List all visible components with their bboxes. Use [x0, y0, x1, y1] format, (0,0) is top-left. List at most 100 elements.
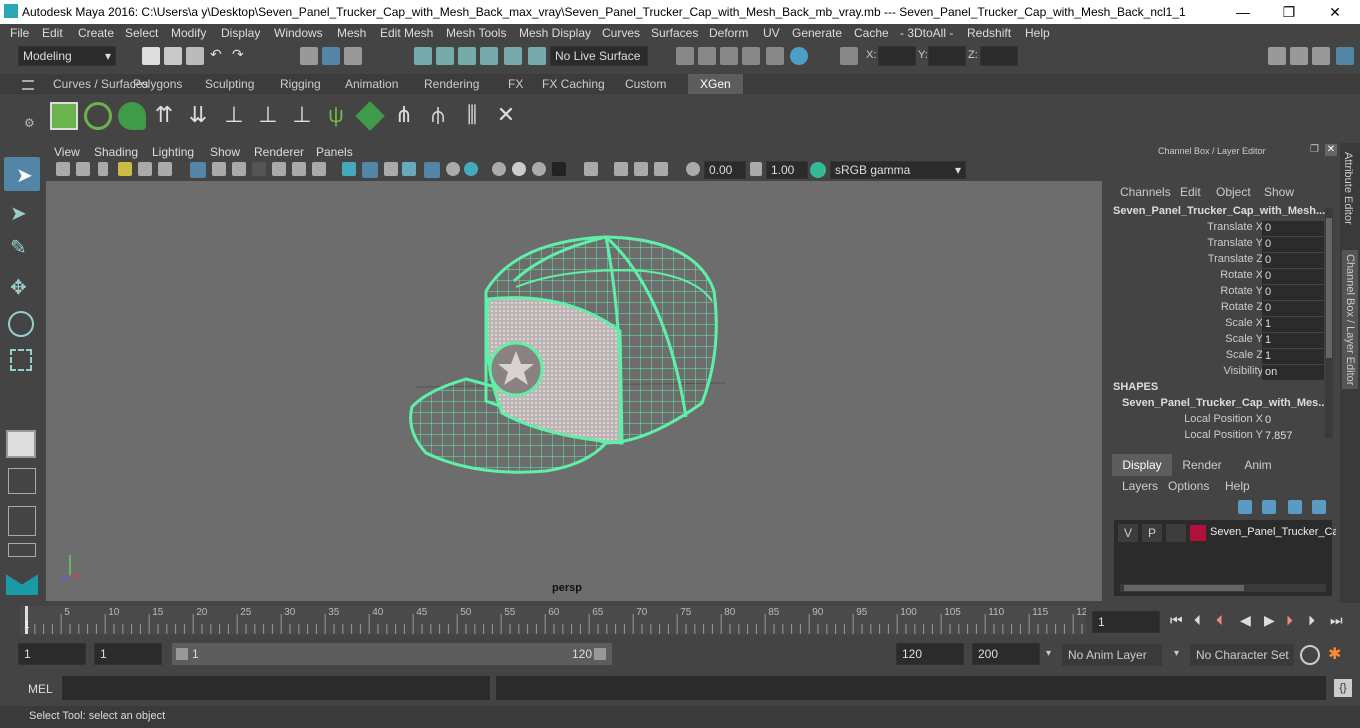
- mel-label[interactable]: MEL: [28, 682, 53, 696]
- range-slider[interactable]: 1 120: [172, 643, 612, 665]
- camera-attr-icon[interactable]: [76, 162, 90, 176]
- xgen-lock-guide-icon[interactable]: ⊥: [288, 102, 316, 130]
- mode-selector[interactable]: Modeling ▾: [18, 46, 116, 66]
- xgen-delete-guide-icon[interactable]: ✕: [492, 102, 520, 130]
- new-layer-icon[interactable]: [1288, 500, 1302, 514]
- snap-point-icon[interactable]: [458, 47, 476, 65]
- menu-curves[interactable]: Curves: [602, 26, 640, 40]
- channel-value[interactable]: 1: [1262, 333, 1324, 348]
- ambient-occlusion-icon[interactable]: [402, 162, 416, 176]
- light-icon[interactable]: [446, 162, 460, 176]
- close-button[interactable]: ✕: [1320, 2, 1350, 22]
- current-frame-input[interactable]: 1: [1092, 611, 1160, 633]
- layout-outliner-icon[interactable]: [8, 543, 36, 557]
- viewport-3d[interactable]: [46, 181, 1102, 601]
- play-forward-icon[interactable]: ▶: [1264, 612, 1275, 629]
- channel-value[interactable]: 7.857: [1262, 429, 1324, 444]
- mel-input[interactable]: [62, 676, 490, 700]
- menu-windows[interactable]: Windows: [274, 26, 323, 40]
- cb-menu-object[interactable]: Object: [1216, 185, 1251, 199]
- isolate-icon[interactable]: [292, 162, 306, 176]
- exposure-input[interactable]: 0.00: [704, 161, 746, 179]
- layout-single-icon[interactable]: [6, 430, 36, 458]
- layer-row[interactable]: V P Seven_Panel_Trucker_Cap: [1118, 524, 1336, 542]
- attribute-editor-toggle-icon[interactable]: [1290, 47, 1308, 65]
- isolate-select-icon[interactable]: [584, 162, 598, 176]
- tab-xgen[interactable]: XGen: [688, 74, 743, 94]
- xgen-create-description-icon[interactable]: [118, 102, 146, 130]
- channel-value[interactable]: 1: [1262, 317, 1324, 332]
- menu-cache[interactable]: Cache: [854, 26, 889, 40]
- channel-value[interactable]: on: [1262, 365, 1324, 380]
- save-scene-icon[interactable]: [186, 47, 204, 65]
- menu-generate[interactable]: Generate: [792, 26, 842, 40]
- antialias-icon[interactable]: [492, 162, 506, 176]
- y-input[interactable]: [928, 46, 966, 66]
- prev-key-icon[interactable]: ⏴: [1216, 612, 1223, 629]
- checker-icon[interactable]: [424, 162, 440, 178]
- channel-value[interactable]: 0: [1262, 221, 1324, 236]
- range-start-handle[interactable]: [176, 648, 188, 660]
- channel-row[interactable]: Rotate X0: [1110, 269, 1325, 285]
- undo-icon[interactable]: ↶: [210, 46, 222, 63]
- shelf-settings-icon[interactable]: ⚙: [24, 116, 35, 130]
- channel-row[interactable]: Local Position X0: [1110, 413, 1325, 429]
- step-back-icon[interactable]: ⏴: [1194, 612, 1201, 629]
- maya-home-icon[interactable]: [6, 574, 38, 595]
- textured-icon[interactable]: [232, 162, 246, 176]
- channel-value[interactable]: 0: [1262, 285, 1324, 300]
- channel-value[interactable]: 0: [1262, 253, 1324, 268]
- menu-mesh[interactable]: Mesh: [337, 26, 366, 40]
- snap-curve-icon[interactable]: [436, 47, 454, 65]
- channel-row[interactable]: Rotate Z0: [1110, 301, 1325, 317]
- resolution-gate-icon[interactable]: [158, 162, 172, 176]
- layer-playback-toggle[interactable]: P: [1142, 524, 1162, 542]
- ipr-render-icon[interactable]: [720, 47, 738, 65]
- move-layer-up-icon[interactable]: [1238, 500, 1252, 514]
- motion-blur-icon[interactable]: [464, 162, 478, 176]
- vp-menu-panels[interactable]: Panels: [316, 145, 353, 159]
- layout-four-icon[interactable]: [8, 468, 36, 494]
- channel-row[interactable]: Scale X1: [1110, 317, 1325, 333]
- vray-icon[interactable]: [790, 47, 808, 65]
- menu-display[interactable]: Display: [221, 26, 260, 40]
- tab-attribute-editor[interactable]: Attribute Editor: [1342, 152, 1354, 225]
- tab-anim[interactable]: Anim: [1232, 454, 1284, 476]
- z-input[interactable]: [980, 46, 1018, 66]
- tab-fx-caching[interactable]: FX Caching: [534, 74, 613, 94]
- color-management-icon[interactable]: [810, 162, 826, 178]
- tab-polygons[interactable]: Polygons: [125, 74, 190, 94]
- tab-custom[interactable]: Custom: [617, 74, 674, 94]
- select-tool-icon[interactable]: ➤: [4, 157, 40, 191]
- xray-icon[interactable]: [312, 162, 326, 176]
- time-ruler[interactable]: 5 10 15 20 25 30 35 40 45 50 55 60 65 70 75 80 85 90 95 100…: [20, 606, 1088, 634]
- menu-help[interactable]: Help: [1025, 26, 1050, 40]
- menu-file[interactable]: File: [10, 26, 29, 40]
- menu-uv[interactable]: UV: [763, 26, 780, 40]
- vp-menu-show[interactable]: Show: [210, 145, 240, 159]
- channel-row[interactable]: Translate Z0: [1110, 253, 1325, 269]
- vp-menu-lighting[interactable]: Lighting: [152, 145, 194, 159]
- layer-menu-options[interactable]: Options: [1168, 479, 1209, 493]
- cb-menu-show[interactable]: Show: [1264, 185, 1294, 199]
- menu-mesh-tools[interactable]: Mesh Tools: [446, 26, 506, 40]
- xgen-bend-guide-icon[interactable]: ⊥: [254, 102, 282, 130]
- xgen-editor-icon[interactable]: [50, 102, 78, 130]
- tab-rendering[interactable]: Rendering: [416, 74, 487, 94]
- tab-fx[interactable]: FX: [500, 74, 531, 94]
- range-end-handle[interactable]: [594, 648, 606, 660]
- select-by-object-icon[interactable]: [322, 47, 340, 65]
- anim-prefs-icon[interactable]: ✱: [1328, 644, 1341, 664]
- bookmark-icon[interactable]: [98, 162, 108, 176]
- snap-view-icon[interactable]: [480, 47, 498, 65]
- wireframe-icon[interactable]: [190, 162, 206, 178]
- xgen-grass-icon[interactable]: ψ: [322, 102, 350, 130]
- channel-row[interactable]: Local Position Y 7.857: [1110, 429, 1325, 445]
- menu-deform[interactable]: Deform: [709, 26, 748, 40]
- menu-surfaces[interactable]: Surfaces: [651, 26, 698, 40]
- go-to-start-icon[interactable]: ⏮: [1170, 612, 1183, 629]
- wireframe-on-shaded-icon[interactable]: [342, 162, 356, 176]
- live-surface-field[interactable]: No Live Surface: [550, 46, 648, 66]
- tab-sculpting[interactable]: Sculpting: [197, 74, 262, 94]
- menu-create[interactable]: Create: [78, 26, 114, 40]
